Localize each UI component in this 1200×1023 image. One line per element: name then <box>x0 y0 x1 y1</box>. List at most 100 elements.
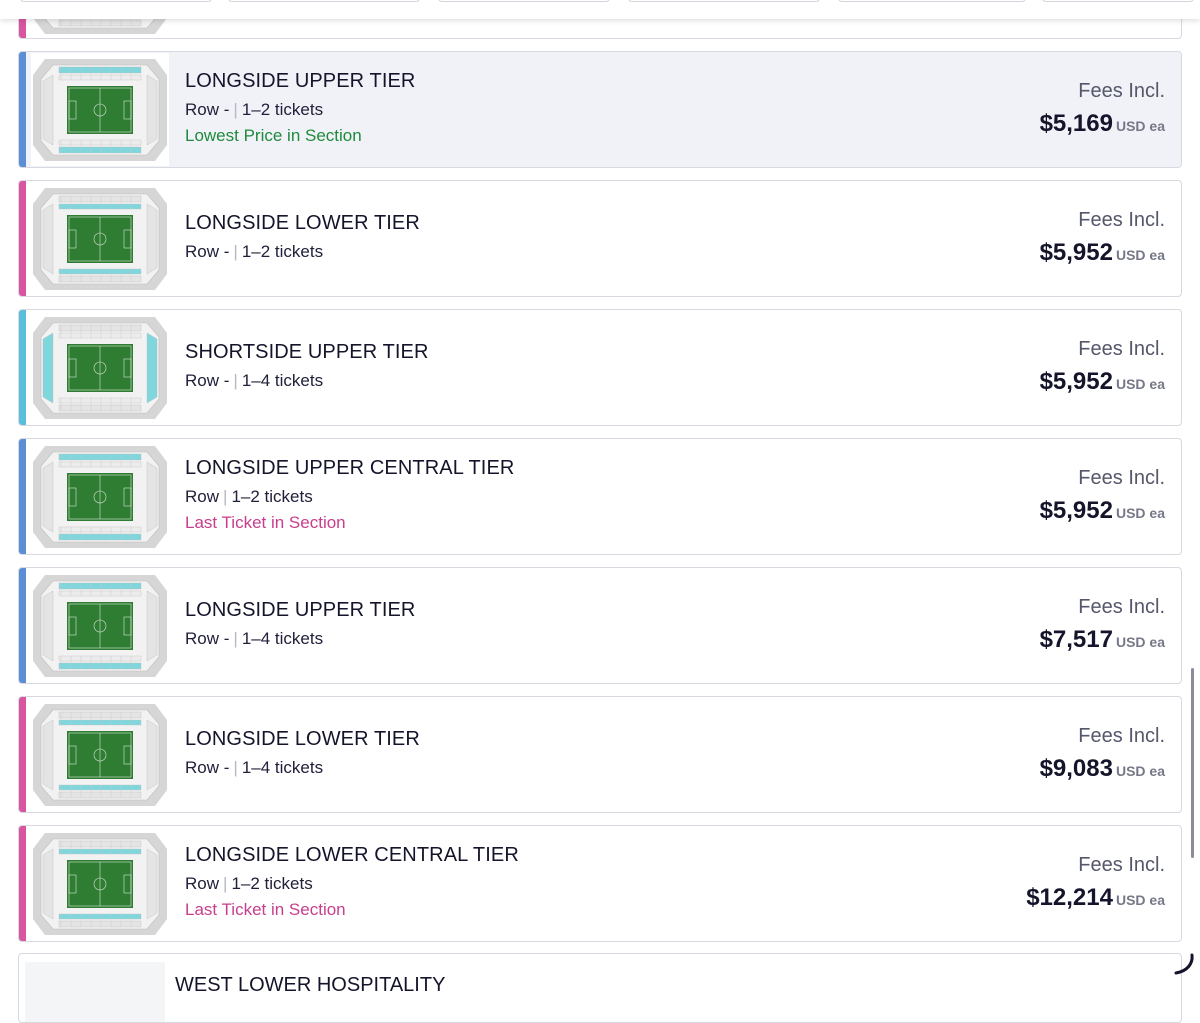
separator: | <box>233 100 238 119</box>
fees-label: Fees Incl. <box>1078 854 1165 876</box>
listing-info: LONGSIDE UPPER CENTRAL TIER Row | 1–2 tick… <box>185 439 785 554</box>
price-block: Fees Incl. $5,952 USD ea <box>865 439 1165 554</box>
listing-title: WEST LOWER HOSPITALITY <box>175 974 446 996</box>
section-title: LONGSIDE UPPER CENTRAL TIER <box>185 457 515 479</box>
stadium-map-icon <box>31 182 169 295</box>
listing-card-partial[interactable]: WEST LOWER HOSPITALITY <box>18 953 1182 1023</box>
section-title: SHORTSIDE UPPER TIER <box>185 341 429 363</box>
filter-chip[interactable] <box>228 0 420 2</box>
fees-label: Fees Incl. <box>1078 209 1165 231</box>
ticket-quantity: 1–4 tickets <box>241 629 324 648</box>
listing-status-note: Last Ticket in Section <box>185 513 346 532</box>
listing-card-7[interactable]: LONGSIDE LOWER CENTRAL TIER Row | 1–2 tick… <box>18 825 1182 942</box>
price-block: Fees Incl. $12,214 USD ea <box>865 826 1165 941</box>
listing-info: LONGSIDE LOWER CENTRAL TIER Row | 1–2 tick… <box>185 826 785 941</box>
listing-card-2[interactable]: LONGSIDE LOWER TIER Row - | 1–2 tickets Fe… <box>18 180 1182 297</box>
row-label: Row - <box>185 758 230 777</box>
section-title: LONGSIDE LOWER TIER <box>185 212 420 234</box>
scrollbar[interactable] <box>1191 668 1194 858</box>
ticket-quantity: 1–4 tickets <box>241 758 324 777</box>
filter-chip[interactable] <box>1042 0 1194 2</box>
row-label: Row - <box>185 242 230 261</box>
filter-chip[interactable] <box>628 0 820 2</box>
stadium-map-icon <box>31 698 169 811</box>
separator: | <box>233 758 238 777</box>
price-unit: USD ea <box>1115 247 1165 263</box>
price-line: $9,083 USD ea <box>1040 755 1165 783</box>
listing-info: LONGSIDE LOWER TIER Row - | 1–4 tickets <box>185 697 785 812</box>
price-unit: USD ea <box>1115 634 1165 650</box>
listing-status-note: Lowest Price in Section <box>185 126 362 145</box>
section-color-bar <box>19 826 26 941</box>
listing-card-6[interactable]: LONGSIDE LOWER TIER Row - | 1–4 tickets Fe… <box>18 696 1182 813</box>
ticket-quantity: 1–4 tickets <box>241 371 324 390</box>
stadium-map-icon <box>31 311 169 424</box>
listing-meta: Row | 1–2 tickets <box>185 487 313 507</box>
listing-meta: Row - | 1–2 tickets <box>185 100 323 120</box>
price-line: $12,214 USD ea <box>1026 884 1165 912</box>
listing-card-5[interactable]: LONGSIDE UPPER TIER Row - | 1–4 tickets Fe… <box>18 567 1182 684</box>
ticket-quantity: 1–2 tickets <box>241 242 324 261</box>
section-color-bar <box>19 439 26 554</box>
ticket-quantity: 1–2 tickets <box>231 487 313 506</box>
listing-info: LONGSIDE UPPER TIER Row - | 1–4 tickets <box>185 568 785 683</box>
price-unit: USD ea <box>1115 376 1165 392</box>
price-amount: $5,952 <box>1039 239 1113 266</box>
price-unit: USD ea <box>1115 892 1165 908</box>
filter-chip[interactable] <box>20 0 212 2</box>
price-line: $5,952 USD ea <box>1040 239 1165 267</box>
ticket-quantity: 1–2 tickets <box>241 100 324 119</box>
price-amount: $5,952 <box>1039 368 1113 395</box>
listing-meta: Row - | 1–4 tickets <box>185 371 323 391</box>
price-line: $5,952 USD ea <box>1040 497 1165 525</box>
price-unit: USD ea <box>1115 763 1165 779</box>
fees-label: Fees Incl. <box>1078 596 1165 618</box>
listing-meta: Row - | 1–4 tickets <box>185 758 323 778</box>
row-label: Row - <box>185 629 230 648</box>
stadium-map-icon <box>31 827 169 940</box>
section-title: LONGSIDE UPPER TIER <box>185 70 416 92</box>
filter-chip[interactable] <box>838 0 1026 2</box>
listing-info: LONGSIDE UPPER TIER Row - | 1–2 tickets Lo… <box>185 52 785 167</box>
price-line: $7,517 USD ea <box>1040 626 1165 654</box>
price-line: $5,952 USD ea <box>1040 368 1165 396</box>
fees-label: Fees Incl. <box>1078 80 1165 102</box>
section-color-bar <box>19 568 26 683</box>
listing-info: LONGSIDE LOWER TIER Row - | 1–2 tickets <box>185 181 785 296</box>
listing-meta: Row - | 1–4 tickets <box>185 629 323 649</box>
spinner-icon <box>1174 953 1194 975</box>
listing-status-note: Last Ticket in Section <box>185 900 346 919</box>
stadium-map-icon <box>25 962 165 1022</box>
separator: | <box>233 629 238 648</box>
listing-card-1[interactable]: LONGSIDE UPPER TIER Row - | 1–2 tickets Lo… <box>18 51 1182 168</box>
section-color-bar <box>19 697 26 812</box>
listing-meta: Row - | 1–2 tickets <box>185 242 323 262</box>
separator: | <box>233 242 238 261</box>
section-title: LONGSIDE UPPER TIER <box>185 599 416 621</box>
price-block: Fees Incl. $5,952 USD ea <box>865 310 1165 425</box>
row-label: Row - <box>185 371 230 390</box>
price-amount: $9,083 <box>1039 755 1113 782</box>
listing-meta: Row | 1–2 tickets <box>185 874 313 894</box>
row-label: Row - <box>185 100 230 119</box>
filter-bar <box>0 0 1200 19</box>
price-block: Fees Incl. $5,952 USD ea <box>865 181 1165 296</box>
separator: | <box>223 487 228 506</box>
price-unit: USD ea <box>1115 118 1165 134</box>
section-title: LONGSIDE LOWER CENTRAL TIER <box>185 844 519 866</box>
fees-label: Fees Incl. <box>1078 467 1165 489</box>
listing-info: SHORTSIDE UPPER TIER Row - | 1–4 tickets <box>185 310 785 425</box>
listing-card-3[interactable]: SHORTSIDE UPPER TIER Row - | 1–4 tickets F… <box>18 309 1182 426</box>
fees-label: Fees Incl. <box>1078 725 1165 747</box>
row-label: Row <box>185 487 220 506</box>
price-block: Fees Incl. $5,169 USD ea <box>865 52 1165 167</box>
price-amount: $12,214 <box>1026 884 1113 911</box>
listing-card-4[interactable]: LONGSIDE UPPER CENTRAL TIER Row | 1–2 tick… <box>18 438 1182 555</box>
price-amount: $5,169 <box>1039 110 1113 137</box>
section-color-bar <box>19 310 26 425</box>
section-color-bar <box>19 52 26 167</box>
price-amount: $7,517 <box>1039 626 1113 653</box>
filter-chip[interactable] <box>438 0 610 2</box>
separator: | <box>233 371 238 390</box>
price-block: Fees Incl. $9,083 USD ea <box>865 697 1165 812</box>
